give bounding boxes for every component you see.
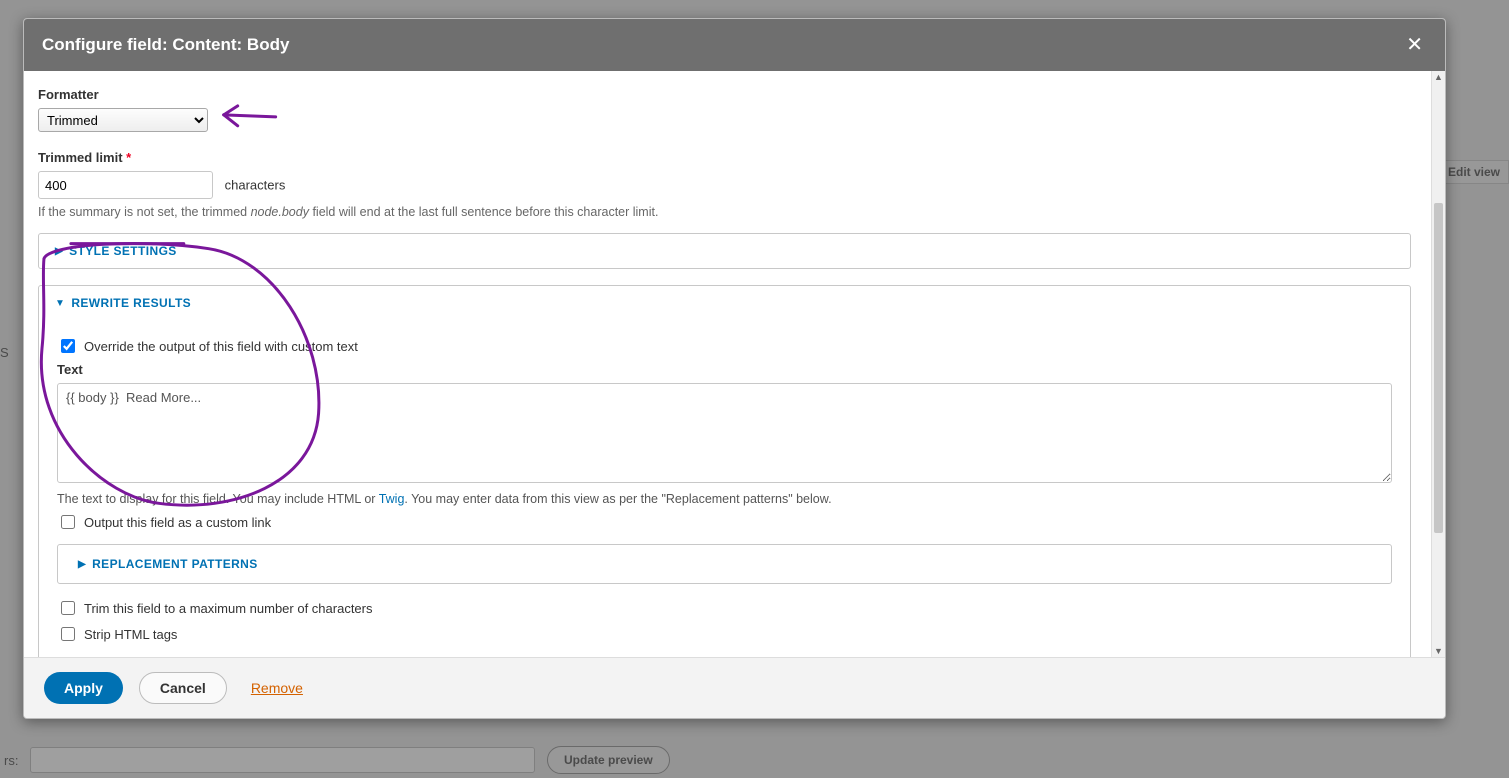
replacement-patterns-fieldset: ▶ REPLACEMENT PATTERNS — [57, 544, 1392, 584]
override-output-checkbox[interactable] — [61, 339, 75, 353]
configure-field-modal: Configure field: Content: Body ✕ Formatt… — [23, 18, 1446, 719]
strip-html-checkbox[interactable] — [61, 627, 75, 641]
rewrite-results-fieldset: ▼ REWRITE RESULTS Override the output of… — [38, 285, 1411, 657]
trim-field-label[interactable]: Trim this field to a maximum number of c… — [84, 601, 373, 616]
required-icon: * — [126, 150, 131, 165]
modal-header: Configure field: Content: Body ✕ — [24, 19, 1445, 71]
modal-title: Configure field: Content: Body — [42, 35, 289, 55]
scroll-down-icon[interactable]: ▼ — [1432, 645, 1445, 657]
trim-field-checkbox[interactable] — [61, 601, 75, 615]
trimmed-limit-suffix: characters — [225, 178, 286, 193]
modal-footer: Apply Cancel Remove — [24, 657, 1445, 718]
rewrite-text-help: The text to display for this field. You … — [57, 492, 1392, 506]
rewrite-text-textarea[interactable]: {{ body }} Read More... — [57, 383, 1392, 483]
twig-link[interactable]: Twig — [379, 492, 405, 506]
style-settings-toggle[interactable]: ▶ STYLE SETTINGS — [39, 234, 1410, 268]
remove-link[interactable]: Remove — [251, 680, 303, 696]
vertical-scrollbar[interactable]: ▲ ▼ — [1431, 71, 1445, 657]
modal-body: Formatter Trimmed Trimmed limit * charac… — [24, 71, 1431, 657]
close-icon[interactable]: ✕ — [1402, 33, 1427, 57]
trimmed-limit-label: Trimmed limit * — [38, 150, 1411, 165]
text-label: Text — [57, 362, 1392, 377]
formatter-select[interactable]: Trimmed — [38, 108, 208, 132]
replacement-patterns-toggle[interactable]: ▶ REPLACEMENT PATTERNS — [58, 545, 1391, 583]
rewrite-results-toggle[interactable]: ▼ REWRITE RESULTS — [39, 286, 1410, 320]
strip-html-label[interactable]: Strip HTML tags — [84, 627, 177, 642]
formatter-label: Formatter — [38, 87, 1411, 102]
scrollbar-thumb[interactable] — [1434, 203, 1443, 533]
triangle-right-icon: ▶ — [78, 559, 86, 570]
trimmed-help: If the summary is not set, the trimmed n… — [38, 205, 1411, 219]
apply-button[interactable]: Apply — [44, 672, 123, 704]
style-settings-fieldset: ▶ STYLE SETTINGS — [38, 233, 1411, 269]
override-output-label[interactable]: Override the output of this field with c… — [84, 339, 358, 354]
triangle-right-icon: ▶ — [55, 246, 63, 257]
output-custom-link-label[interactable]: Output this field as a custom link — [84, 515, 271, 530]
output-custom-link-checkbox[interactable] — [61, 515, 75, 529]
trimmed-limit-input[interactable] — [38, 171, 213, 199]
triangle-down-icon: ▼ — [55, 298, 65, 309]
scroll-up-icon[interactable]: ▲ — [1432, 71, 1445, 83]
scrollbar-track[interactable] — [1432, 83, 1445, 645]
cancel-button[interactable]: Cancel — [139, 672, 227, 704]
